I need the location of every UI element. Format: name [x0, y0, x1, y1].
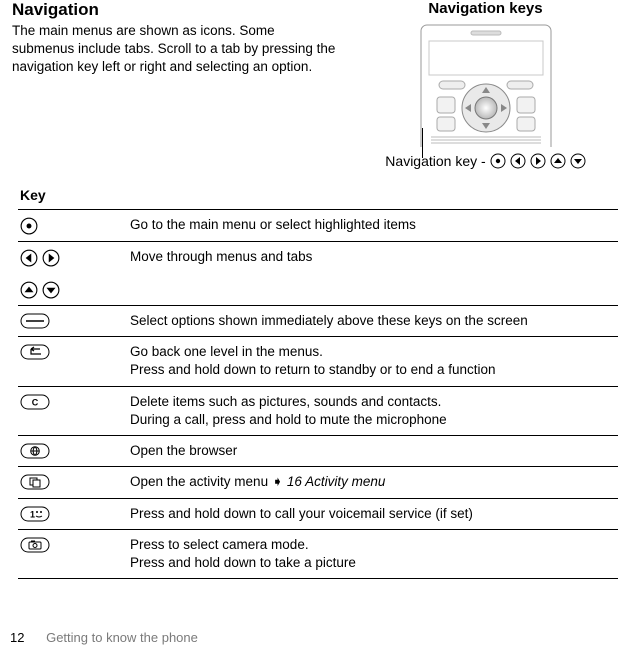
- key-description: Open the activity menu ➧ 16 Activity men…: [130, 473, 618, 491]
- key-description: Go back one level in the menus. Press an…: [130, 343, 618, 379]
- xref-arrow-icon: ➧: [272, 474, 283, 489]
- center-key-icon: [490, 153, 506, 169]
- down-key-icon: [42, 281, 60, 299]
- table-row: Select options shown immediately above t…: [18, 305, 618, 336]
- svg-text:C: C: [32, 397, 39, 407]
- softkey-icon: [20, 313, 50, 329]
- page-footer: 12 Getting to know the phone: [10, 630, 198, 645]
- key-description: Press to select camera mode. Press and h…: [130, 536, 618, 572]
- activity-key-icon: [20, 474, 50, 490]
- table-row: Open the activity menu ➧ 16 Activity men…: [18, 466, 618, 497]
- table-row: Go to the main menu or select highlighte…: [18, 209, 618, 241]
- right-key-icon: [42, 249, 60, 267]
- up-key-icon: [550, 153, 566, 169]
- chapter-title: Getting to know the phone: [46, 630, 198, 645]
- key-description: Press and hold down to call your voicema…: [130, 505, 618, 523]
- table-row: C Delete items such as pictures, sounds …: [18, 386, 618, 435]
- down-key-icon: [570, 153, 586, 169]
- phone-illustration: [411, 23, 561, 147]
- navigation-key-caption: Navigation key -: [385, 153, 485, 169]
- key-description: Open the browser: [130, 442, 618, 460]
- clear-key-icon: C: [20, 394, 50, 410]
- left-key-icon: [510, 153, 526, 169]
- key-table: Key Go to the main menu or select highli…: [12, 187, 624, 579]
- back-key-icon: [20, 344, 50, 360]
- center-key-icon: [20, 217, 38, 235]
- right-key-icon: [530, 153, 546, 169]
- up-key-icon: [20, 281, 38, 299]
- navigation-paragraph: The main menus are shown as icons. Some …: [12, 22, 339, 75]
- browser-key-icon: [20, 443, 50, 459]
- table-row: Press to select camera mode. Press and h…: [18, 529, 618, 579]
- navigation-heading: Navigation: [12, 0, 339, 20]
- key-description: Select options shown immediately above t…: [130, 312, 618, 330]
- table-row: Open the browser: [18, 435, 618, 466]
- svg-text:1: 1: [30, 509, 35, 519]
- key-description: Delete items such as pictures, sounds an…: [130, 393, 618, 429]
- navigation-keys-title: Navigation keys: [347, 0, 624, 17]
- key-description: Go to the main menu or select highlighte…: [130, 216, 618, 234]
- camera-key-icon: [20, 537, 50, 553]
- page-number: 12: [10, 630, 24, 645]
- table-row: 1 Press and hold down to call your voice…: [18, 498, 618, 529]
- key-description: Move through menus and tabs: [130, 248, 618, 266]
- left-key-icon: [20, 249, 38, 267]
- table-row: Move through menus and tabs: [18, 241, 618, 305]
- leader-line: [422, 128, 423, 158]
- key-table-header: Key: [18, 187, 618, 203]
- one-key-icon: 1: [20, 506, 50, 522]
- table-row: Go back one level in the menus. Press an…: [18, 336, 618, 385]
